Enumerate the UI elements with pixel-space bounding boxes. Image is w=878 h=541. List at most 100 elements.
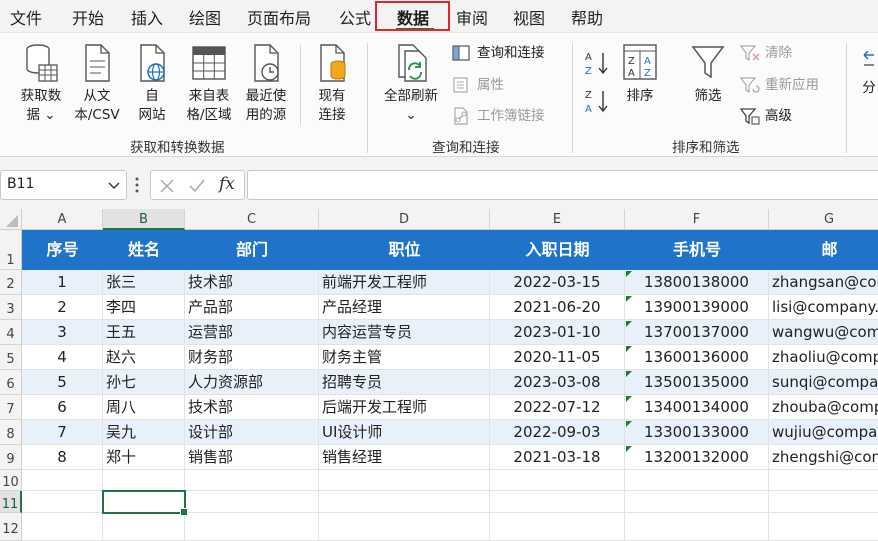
table-cell[interactable]: 财务部: [185, 345, 319, 370]
column-header-d[interactable]: D: [319, 209, 490, 230]
menu-view[interactable]: 视图: [513, 5, 545, 29]
empty-cell[interactable]: [185, 513, 319, 541]
menu-file[interactable]: 文件: [10, 5, 42, 29]
empty-cell[interactable]: [22, 470, 103, 491]
table-cell[interactable]: 2020-11-05: [490, 345, 625, 370]
table-cell[interactable]: 13300133000: [625, 420, 769, 445]
table-cell[interactable]: 赵六: [103, 345, 185, 370]
menu-review[interactable]: 审阅: [456, 5, 488, 29]
row-header-8[interactable]: 8: [0, 420, 22, 445]
row-header-5[interactable]: 5: [0, 345, 22, 370]
table-cell[interactable]: 内容运营专员: [319, 320, 490, 345]
filter-button[interactable]: 筛选: [686, 43, 730, 106]
menu-page-layout[interactable]: 页面布局: [247, 5, 311, 29]
empty-cell[interactable]: [103, 470, 185, 491]
table-cell[interactable]: 2022-03-15: [490, 270, 625, 295]
table-cell[interactable]: 吴九: [103, 420, 185, 445]
empty-cell[interactable]: [769, 491, 878, 513]
column-header-f[interactable]: F: [625, 209, 769, 230]
empty-cell[interactable]: [625, 513, 769, 541]
table-cell[interactable]: 孙七: [103, 370, 185, 395]
split-columns-button[interactable]: 分: [860, 51, 878, 98]
get-data-button[interactable]: 获取数 据 ⌄: [12, 43, 70, 125]
table-cell[interactable]: wangwu@com: [769, 320, 878, 345]
column-header-c[interactable]: C: [185, 209, 319, 230]
row-header-7[interactable]: 7: [0, 395, 22, 420]
sort-ascending-button[interactable]: A Z: [582, 49, 612, 79]
table-cell[interactable]: 销售经理: [319, 445, 490, 470]
column-header-g[interactable]: G: [769, 209, 878, 230]
table-cell[interactable]: 后端开发工程师: [319, 395, 490, 420]
table-cell[interactable]: 前端开发工程师: [319, 270, 490, 295]
empty-cell[interactable]: [625, 470, 769, 491]
column-header-b[interactable]: B: [103, 209, 185, 230]
row-header-9[interactable]: 9: [0, 445, 22, 470]
from-text-csv-button[interactable]: 从文 本/CSV: [68, 43, 126, 125]
table-header-cell[interactable]: 序号: [22, 230, 103, 270]
insert-function-button[interactable]: fx: [219, 174, 235, 194]
table-cell[interactable]: lisi@company.: [769, 295, 878, 320]
table-cell[interactable]: 2022-09-03: [490, 420, 625, 445]
menu-formulas[interactable]: 公式: [339, 5, 371, 29]
table-cell[interactable]: 2023-01-10: [490, 320, 625, 345]
empty-cell[interactable]: [103, 513, 185, 541]
table-cell[interactable]: 人力资源部: [185, 370, 319, 395]
table-cell[interactable]: zhengshi@com: [769, 445, 878, 470]
table-cell[interactable]: 财务主管: [319, 345, 490, 370]
empty-cell[interactable]: [319, 513, 490, 541]
table-cell[interactable]: 13600136000: [625, 345, 769, 370]
sort-descending-button[interactable]: Z A: [582, 87, 612, 117]
empty-cell[interactable]: [490, 513, 625, 541]
table-header-cell[interactable]: 部门: [185, 230, 319, 270]
table-cell[interactable]: 王五: [103, 320, 185, 345]
table-cell[interactable]: 13400134000: [625, 395, 769, 420]
table-cell[interactable]: sunqi@compa: [769, 370, 878, 395]
empty-cell[interactable]: [769, 513, 878, 541]
table-cell[interactable]: 周八: [103, 395, 185, 420]
table-header-cell[interactable]: 姓名: [103, 230, 185, 270]
select-all-corner[interactable]: [0, 209, 22, 230]
table-cell[interactable]: 李四: [103, 295, 185, 320]
name-box[interactable]: B11: [0, 170, 127, 200]
menu-draw[interactable]: 绘图: [189, 5, 221, 29]
table-header-cell[interactable]: 入职日期: [490, 230, 625, 270]
table-cell[interactable]: 4: [22, 345, 103, 370]
table-header-cell[interactable]: 手机号: [625, 230, 769, 270]
table-cell[interactable]: 2021-03-18: [490, 445, 625, 470]
table-cell[interactable]: 13500135000: [625, 370, 769, 395]
formula-input[interactable]: [247, 170, 878, 200]
table-cell[interactable]: UI设计师: [319, 420, 490, 445]
table-cell[interactable]: 2022-07-12: [490, 395, 625, 420]
column-header-a[interactable]: A: [22, 209, 103, 230]
table-cell[interactable]: 设计部: [185, 420, 319, 445]
menu-insert[interactable]: 插入: [131, 5, 163, 29]
table-cell[interactable]: 招聘专员: [319, 370, 490, 395]
selected-cell[interactable]: [102, 490, 188, 516]
from-web-button[interactable]: 自 网站: [128, 43, 176, 125]
sort-button[interactable]: Z A A Z 排序: [618, 43, 662, 106]
table-cell[interactable]: 2021-06-20: [490, 295, 625, 320]
empty-cell[interactable]: [625, 491, 769, 513]
table-cell[interactable]: 3: [22, 320, 103, 345]
table-cell[interactable]: 销售部: [185, 445, 319, 470]
table-header-cell[interactable]: 职位: [319, 230, 490, 270]
table-cell[interactable]: wujiu@compa: [769, 420, 878, 445]
table-cell[interactable]: 1: [22, 270, 103, 295]
table-cell[interactable]: 技术部: [185, 270, 319, 295]
table-cell[interactable]: 产品经理: [319, 295, 490, 320]
row-header-12[interactable]: 12: [0, 513, 22, 541]
chevron-down-icon[interactable]: [108, 181, 120, 191]
empty-cell[interactable]: [22, 513, 103, 541]
table-cell[interactable]: 郑十: [103, 445, 185, 470]
table-cell[interactable]: 13900139000: [625, 295, 769, 320]
empty-cell[interactable]: [319, 470, 490, 491]
empty-cell[interactable]: [490, 491, 625, 513]
table-cell[interactable]: 产品部: [185, 295, 319, 320]
empty-cell[interactable]: [22, 491, 103, 513]
menu-home[interactable]: 开始: [72, 5, 104, 29]
table-cell[interactable]: 张三: [103, 270, 185, 295]
existing-connections-button[interactable]: 现有 连接: [307, 43, 357, 125]
table-header-cell[interactable]: 邮: [769, 230, 878, 270]
check-icon[interactable]: [188, 178, 206, 194]
row-header-11[interactable]: 11: [0, 491, 22, 513]
